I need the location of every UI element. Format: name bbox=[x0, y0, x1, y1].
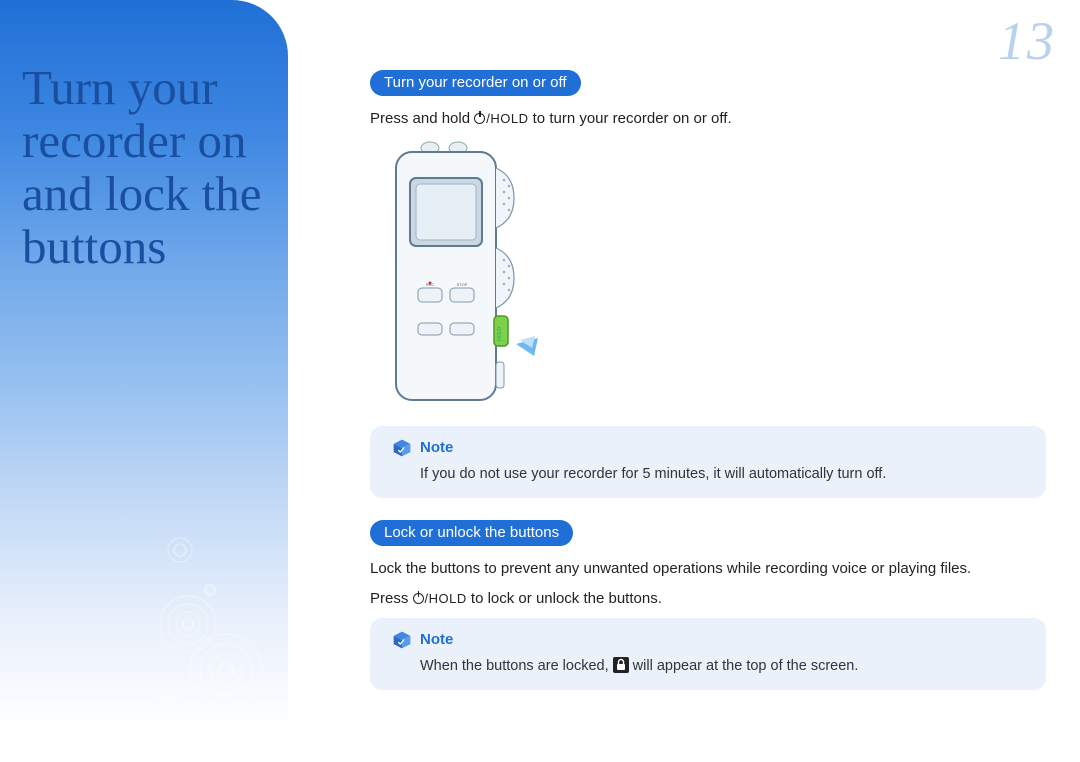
page-number: 13 bbox=[998, 10, 1056, 72]
hold-button-label: /HOLD bbox=[486, 111, 528, 126]
lock-indicator-icon bbox=[613, 657, 629, 673]
note-box-lock-icon: Note When the buttons are locked, will a… bbox=[370, 618, 1046, 690]
note-text: When the buttons are locked, will appear… bbox=[392, 656, 1024, 676]
lock-instruction-line2: Press /HOLD to lock or unlock the button… bbox=[370, 588, 1046, 610]
content-area: Turn your recorder on or off Press and h… bbox=[370, 70, 1046, 742]
svg-text:HOLD: HOLD bbox=[497, 326, 503, 340]
text-fragment: When the buttons are locked, bbox=[420, 658, 613, 674]
power-icon bbox=[474, 113, 485, 124]
note-text: If you do not use your recorder for 5 mi… bbox=[392, 464, 1024, 484]
text-fragment: Press bbox=[370, 590, 413, 607]
decorative-circles-icon bbox=[140, 520, 300, 740]
device-illustration: REC STOP bbox=[378, 138, 558, 408]
text-fragment: will appear at the top of the screen. bbox=[629, 658, 859, 674]
note-cube-icon bbox=[392, 438, 412, 458]
text-fragment: to turn your recorder on or off. bbox=[528, 110, 731, 127]
svg-text:REC: REC bbox=[426, 282, 435, 287]
note-box-auto-off: Note If you do not use your recorder for… bbox=[370, 426, 1046, 498]
note-cube-icon bbox=[392, 630, 412, 650]
svg-text:STOP: STOP bbox=[457, 282, 468, 287]
power-icon bbox=[413, 593, 424, 604]
lock-instruction-line1: Lock the buttons to prevent any unwanted… bbox=[370, 558, 1046, 580]
sidebar: Turn your recorder on and lock the butto… bbox=[0, 0, 288, 762]
on-off-instruction: Press and hold /HOLD to turn your record… bbox=[370, 108, 1046, 130]
text-fragment: Press and hold bbox=[370, 110, 474, 127]
hold-button-label: /HOLD bbox=[425, 591, 467, 606]
text-fragment: to lock or unlock the buttons. bbox=[467, 590, 662, 607]
section-heading-on-off: Turn your recorder on or off bbox=[370, 70, 581, 96]
manual-page: 13 Turn your recorder on and lock the bu… bbox=[0, 0, 1080, 762]
section-heading-lock: Lock or unlock the buttons bbox=[370, 520, 573, 546]
sidebar-title: Turn your recorder on and lock the butto… bbox=[22, 62, 272, 274]
note-label: Note bbox=[420, 631, 453, 648]
note-label: Note bbox=[420, 439, 453, 456]
